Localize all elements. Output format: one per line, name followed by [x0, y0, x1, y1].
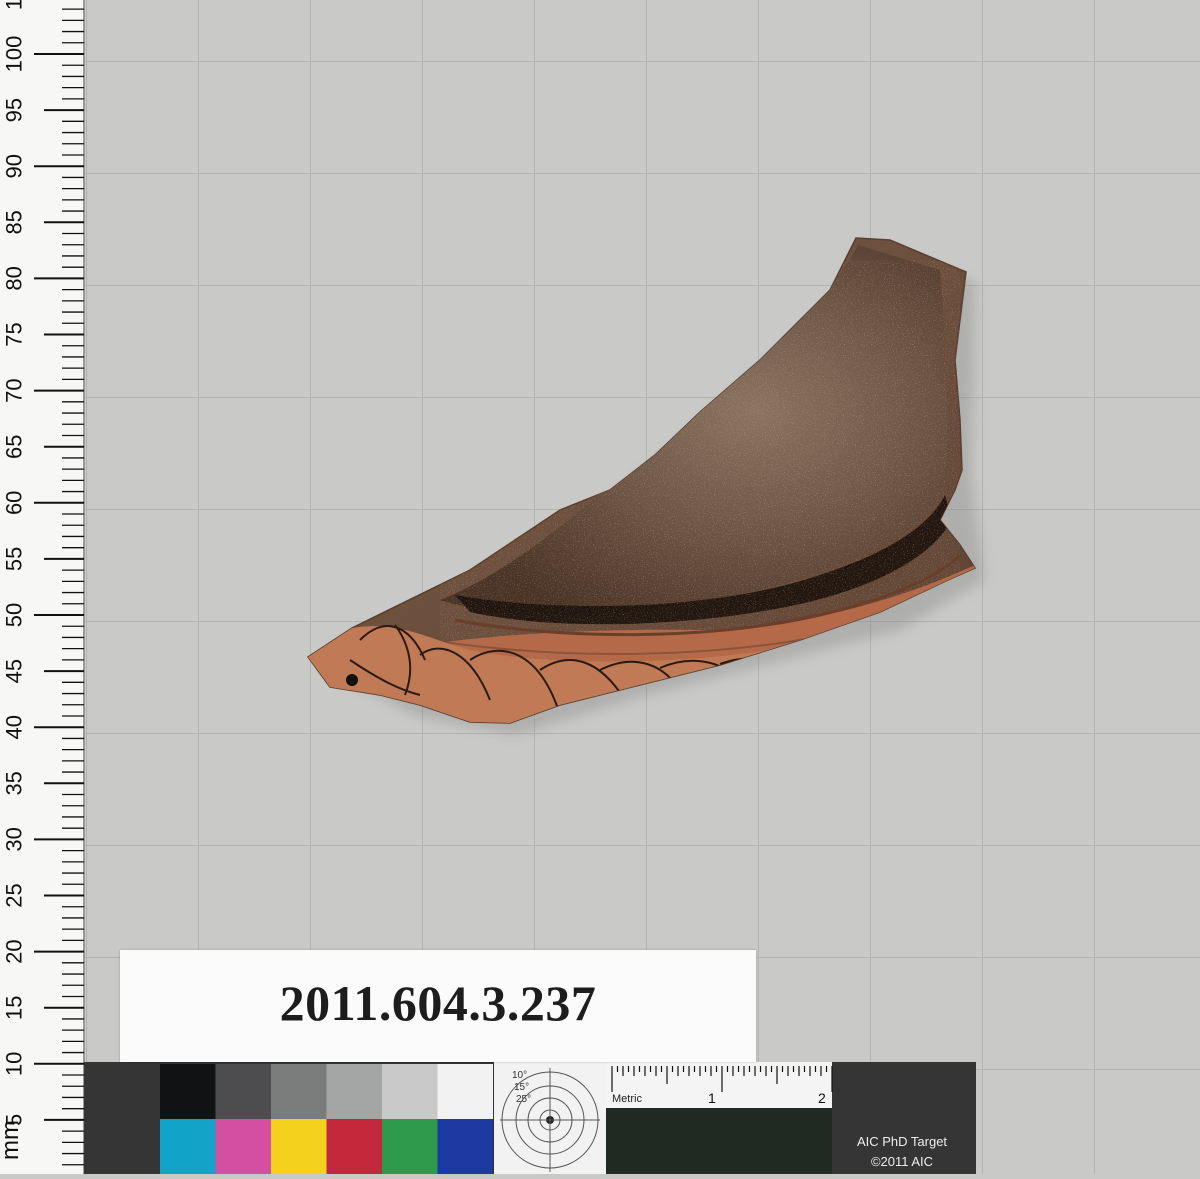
accession-number: 2011.604.3.237: [279, 975, 597, 1031]
ruler-label: 20: [2, 939, 27, 963]
ruler-label: 100: [2, 36, 27, 73]
dial-label-3: 25°: [516, 1094, 531, 1105]
target-title: AIC PhD Target: [857, 1134, 947, 1149]
ruler-label: 10: [2, 1052, 27, 1076]
color-swatch: [215, 1119, 271, 1174]
ruler-label: 10: [1, 0, 26, 10]
ruler-label: 80: [2, 266, 27, 290]
ruler-label: 95: [2, 98, 27, 122]
accession-label: 2011.604.3.237: [120, 950, 756, 1062]
gray-swatch: [326, 1064, 382, 1119]
ruler-label: 75: [2, 322, 27, 346]
ruler-label: 70: [2, 378, 27, 402]
ruler-label: 60: [2, 491, 27, 515]
scale-number-1: 1: [708, 1090, 716, 1106]
metric-scale: Metric 1 2: [606, 1062, 833, 1174]
photo-stage: 5 10 15 20 25 30 35 40 45 50 55 60 65 70 75 80 85 90 95 100…: [0, 0, 1200, 1174]
gray-swatch: [437, 1064, 493, 1119]
gray-swatch: [382, 1064, 438, 1119]
color-target: 10° 15° 25° Metric 1 2 AIC PhD Target ©2…: [84, 1062, 976, 1174]
ruler-label: 85: [2, 210, 27, 234]
scale-number-2: 2: [818, 1090, 826, 1106]
gray-swatch: [160, 1064, 216, 1119]
ruler-label: 35: [2, 771, 27, 795]
color-swatch: [437, 1119, 493, 1174]
ruler-label: 30: [2, 827, 27, 851]
gray-swatch: [271, 1064, 327, 1119]
dial-label-2: 15°: [514, 1082, 529, 1093]
metric-label: Metric: [612, 1093, 642, 1105]
ruler-label: 65: [2, 434, 27, 458]
color-swatch: [271, 1119, 327, 1174]
ruler: 5101520253035404550556065707580859095100…: [0, 0, 85, 1174]
ruler-label: 55: [2, 547, 27, 571]
color-swatch: [382, 1119, 438, 1174]
color-swatch: [160, 1119, 216, 1174]
ruler-label: 90: [2, 154, 27, 178]
dial-target: 10° 15° 25°: [494, 1062, 606, 1174]
gray-swatch: [215, 1064, 271, 1119]
ruler-label: 40: [2, 715, 27, 739]
ruler-label: 25: [2, 883, 27, 907]
dial-label-1: 10°: [512, 1070, 527, 1081]
color-swatch: [326, 1119, 382, 1174]
ruler-unit-label: mm: [0, 1120, 24, 1160]
target-copyright: ©2011 AIC: [871, 1154, 933, 1169]
ruler-label: 45: [2, 659, 27, 683]
ruler-label: 50: [2, 603, 27, 627]
ruler-label: 15: [2, 995, 27, 1019]
